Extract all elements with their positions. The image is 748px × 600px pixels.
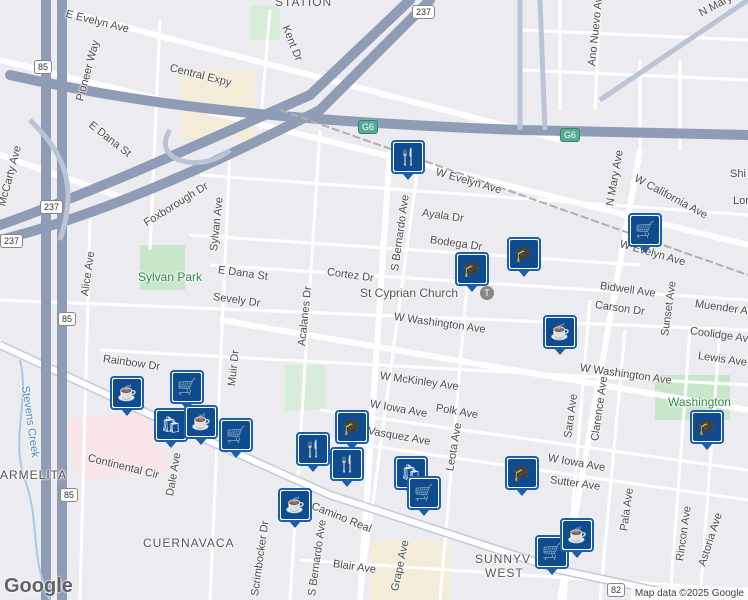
area-label-sunnyvale: SUNNYV	[475, 552, 532, 566]
shopping-cart-icon[interactable]: 🛒	[407, 476, 441, 516]
shopping-cart-icon[interactable]: 🛒	[170, 370, 204, 410]
map-canvas[interactable]: E Evelyn Ave Central Expy Pioneer Way E …	[0, 0, 748, 600]
street-label: Shi	[730, 168, 746, 180]
google-logo: Google	[4, 575, 73, 597]
area-label-carmelita: ARMELITA	[0, 468, 68, 482]
coffee-icon[interactable]: ☕	[543, 315, 577, 355]
highway-shield: G6	[560, 128, 581, 142]
area-label-station: STATION	[275, 0, 333, 9]
church-label: St Cyprian Church	[360, 286, 459, 300]
coffee-icon[interactable]: ☕	[560, 518, 594, 558]
school-label-washington: Washington	[668, 395, 731, 409]
street-label: Lor	[733, 195, 748, 207]
park-label: Sylvan Park	[138, 270, 203, 284]
coffee-icon[interactable]: ☕	[110, 376, 144, 416]
area-label-west: WEST	[485, 566, 524, 580]
school-icon[interactable]: 🎓	[507, 237, 541, 277]
highway-shield: G6	[358, 120, 379, 134]
area-label-cuernavaca: CUERNAVACA	[143, 536, 235, 550]
coffee-icon[interactable]: ☕	[278, 488, 312, 528]
restaurant-icon[interactable]: 🍴	[330, 447, 364, 487]
school-icon[interactable]: 🎓	[335, 410, 369, 450]
highway-shield: 82	[607, 583, 626, 597]
map-attribution[interactable]: Map data ©2025 Google	[630, 587, 748, 600]
map-base-layer	[0, 0, 748, 600]
highway-shield: 237	[0, 234, 24, 248]
highway-shield: 85	[58, 312, 77, 326]
highway-shield: 85	[60, 488, 79, 502]
restaurant-icon[interactable]: 🍴	[296, 432, 330, 472]
school-icon[interactable]: 🎓	[505, 456, 539, 496]
shopping-cart-icon[interactable]: 🛒	[219, 418, 253, 458]
coffee-icon[interactable]: ☕	[184, 405, 218, 445]
school-icon[interactable]: 🎓	[455, 252, 489, 292]
church-icon: T	[480, 286, 494, 300]
highway-shield: 237	[412, 5, 436, 19]
school-icon[interactable]: 🎓	[690, 410, 724, 450]
highway-shield: 85	[34, 60, 53, 74]
highway-shield: 237	[40, 200, 64, 214]
shopping-bag-icon[interactable]: 🛍	[154, 408, 188, 448]
shopping-cart-icon[interactable]: 🛒	[628, 213, 662, 253]
restaurant-icon[interactable]: 🍴	[391, 140, 425, 180]
